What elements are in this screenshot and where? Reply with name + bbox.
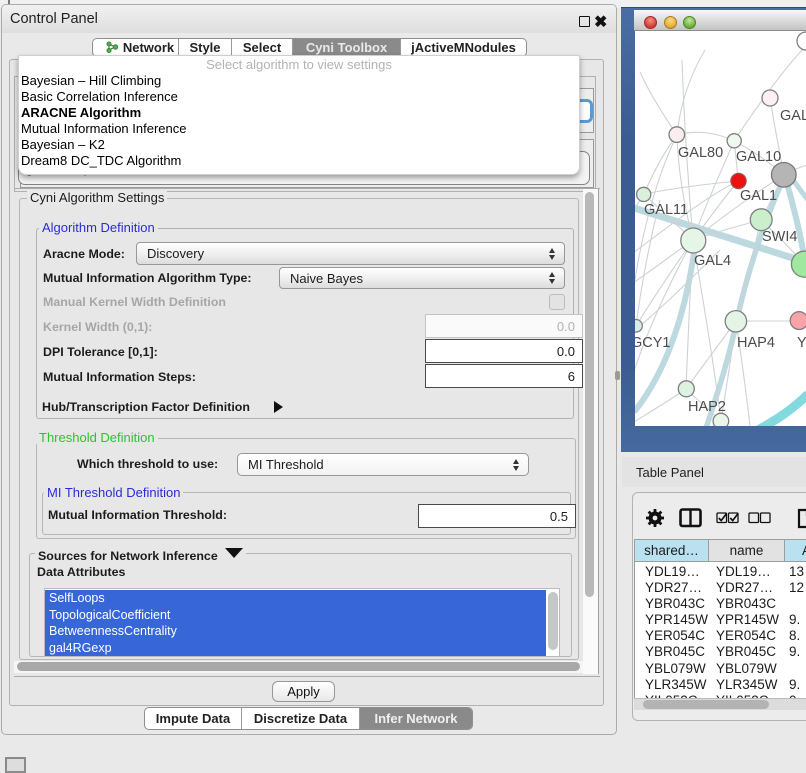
svg-text:SWI4: SWI4 <box>762 229 797 245</box>
svg-text:GCY1: GCY1 <box>635 335 671 351</box>
svg-text:GAL11: GAL11 <box>644 202 688 218</box>
svg-text:GAL10: GAL10 <box>736 149 781 165</box>
svg-text:Y: Y <box>797 335 806 351</box>
svg-text:GAL80: GAL80 <box>678 145 723 161</box>
svg-text:GAL8: GAL8 <box>780 108 806 124</box>
svg-text:HAP4: HAP4 <box>737 335 775 351</box>
svg-text:HAP2: HAP2 <box>688 399 726 415</box>
svg-text:GAL4: GAL4 <box>694 253 731 269</box>
svg-text:GAL1: GAL1 <box>740 188 777 204</box>
